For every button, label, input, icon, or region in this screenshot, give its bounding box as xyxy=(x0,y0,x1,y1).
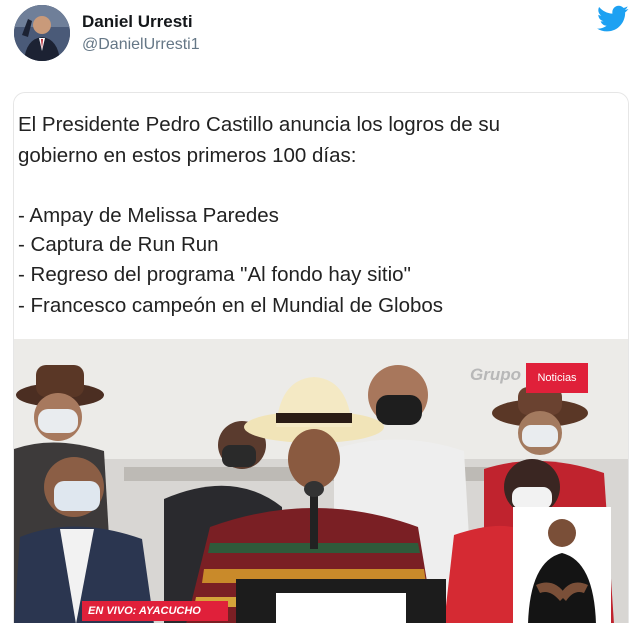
caption-line: El Presidente Pedro Castillo anuncia los… xyxy=(18,113,501,136)
caption-line: - Captura de Run Run xyxy=(18,233,219,256)
channel-badge: Noticias xyxy=(526,363,588,393)
caption-line: - Francesco campeón en el Mundial de Glo… xyxy=(18,294,444,317)
channel-logo-text: Grupo xyxy=(470,365,521,384)
avatar[interactable] xyxy=(14,5,70,61)
twitter-bird-icon[interactable] xyxy=(597,5,629,33)
image-caption: El Presidente Pedro Castillo anuncia los… xyxy=(14,93,628,339)
user-handle[interactable]: @DanielUrresti1 xyxy=(82,36,200,54)
caption-line: gobierno en estos primeros 100 días: xyxy=(18,144,357,167)
caption-line: - Regreso del programa "Al fondo hay sit… xyxy=(18,263,411,286)
tweet-header: Daniel Urresti @DanielUrresti1 xyxy=(0,0,640,80)
live-location-badge: EN VIVO: AYACUCHO xyxy=(82,601,228,621)
caption-line: - Ampay de Melissa Paredes xyxy=(18,204,279,227)
tweet-media[interactable]: El Presidente Pedro Castillo anuncia los… xyxy=(13,92,629,623)
display-name[interactable]: Daniel Urresti xyxy=(82,12,193,32)
tweet-card: Daniel Urresti @DanielUrresti1 El Presid… xyxy=(0,0,640,623)
broadcast-photo: Grupo Noticias EN VIVO: AYACUCHO xyxy=(14,339,628,623)
